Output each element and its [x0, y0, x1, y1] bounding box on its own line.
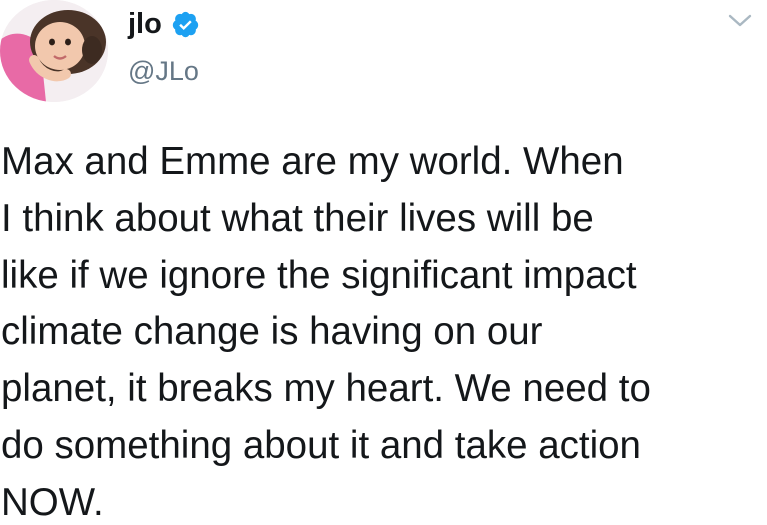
user-handle[interactable]: @JLo [128, 56, 199, 87]
verified-badge-icon [172, 11, 199, 37]
avatar-image [0, 0, 108, 102]
tweet-text: Max and Emme are my world. When I think … [1, 140, 651, 524]
author-name-row[interactable]: jlo [128, 7, 200, 41]
display-name[interactable]: jlo [128, 8, 162, 41]
tweet-card: jlo @JLo Max and Emme are my world. When… [0, 0, 767, 525]
chevron-down-icon[interactable] [727, 12, 753, 30]
avatar[interactable] [0, 0, 108, 102]
